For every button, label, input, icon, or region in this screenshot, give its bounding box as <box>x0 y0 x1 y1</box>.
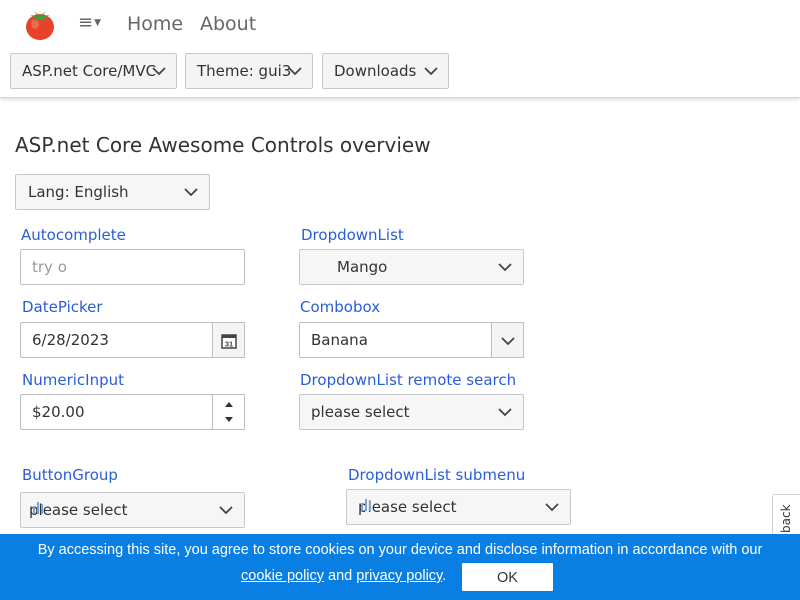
cookie-policy-link[interactable]: cookie policy <box>241 568 324 584</box>
datepicker-input[interactable]: 6/28/2023 <box>20 322 213 358</box>
privacy-policy-link[interactable]: privacy policy <box>356 568 442 584</box>
remote-search-dropdownlist-value: please select <box>311 403 410 421</box>
submenu-dropdownlist-value: please select <box>358 498 457 516</box>
cookie-consent-text: By accessing this site, you agree to sto… <box>37 542 763 558</box>
language-dropdown-label: Lang: English <box>28 183 129 201</box>
language-dropdown[interactable]: Lang: English <box>15 174 210 210</box>
remote-search-dropdownlist[interactable]: please select <box>299 394 524 430</box>
dropdown-submenu-label: DropdownList submenu <box>348 466 526 484</box>
cookie-consent-bar: By accessing this site, you agree to sto… <box>0 534 800 600</box>
page-title: ASP.net Core Awesome Controls overview <box>15 133 431 157</box>
cookie-and-text: and <box>328 568 353 584</box>
combobox-label: Combobox <box>300 298 381 316</box>
calendar-icon: 31 <box>221 334 237 349</box>
cookie-consent-links: cookie policy and privacy policy. <box>241 567 446 585</box>
chevron-down-icon <box>424 67 438 76</box>
cookie-period: . <box>442 568 447 584</box>
chevron-down-icon <box>545 503 559 512</box>
caret-down-icon <box>225 417 233 422</box>
site-header: ≡▼ Home About ASP.net Core/MVC Theme: gu… <box>0 0 800 98</box>
theme-dropdown-label: Theme: gui3 <box>197 62 292 80</box>
buttongroup-dropdown-value: please select <box>29 501 128 519</box>
hamburger-menu-icon[interactable]: ≡▼ <box>78 12 101 36</box>
buttongroup-label: ButtonGroup <box>22 466 118 484</box>
nav-about-link[interactable]: About <box>200 12 256 36</box>
loading-icon <box>361 499 371 511</box>
increment-button[interactable] <box>213 395 244 412</box>
autocomplete-input[interactable]: try o <box>20 249 245 285</box>
combobox-toggle-button[interactable] <box>491 322 524 358</box>
fruit-dropdownlist-value: Mango <box>337 258 388 276</box>
datepicker-label: DatePicker <box>22 298 103 316</box>
numeric-spinner <box>212 394 245 430</box>
theme-dropdown[interactable]: Theme: gui3 <box>185 53 313 89</box>
combobox-input[interactable]: Banana <box>299 322 492 358</box>
dropdown-remote-label: DropdownList remote search <box>300 371 517 389</box>
submenu-dropdownlist[interactable]: please select <box>346 489 571 525</box>
downloads-dropdown[interactable]: Downloads <box>322 53 449 89</box>
loading-icon <box>33 502 43 514</box>
caret-up-icon <box>225 402 233 407</box>
chevron-down-icon <box>152 67 166 76</box>
buttongroup-dropdown[interactable]: please select <box>20 492 245 528</box>
chevron-down-icon <box>219 506 233 515</box>
chevron-down-icon <box>498 408 512 417</box>
calendar-icon-text: 31 <box>225 340 233 349</box>
calendar-button[interactable]: 31 <box>212 322 245 358</box>
autocomplete-label: Autocomplete <box>21 226 126 244</box>
tomato-logo[interactable] <box>24 7 56 41</box>
fruit-dropdownlist[interactable]: Mango <box>299 249 524 285</box>
framework-dropdown[interactable]: ASP.net Core/MVC <box>10 53 177 89</box>
cookie-ok-button[interactable]: OK <box>462 563 553 591</box>
framework-dropdown-label: ASP.net Core/MVC <box>22 62 157 80</box>
chevron-down-icon <box>288 67 302 76</box>
chevron-down-icon <box>501 337 515 346</box>
nav-home-link[interactable]: Home <box>127 12 183 36</box>
dropdownlist-label: DropdownList <box>301 226 404 244</box>
numericinput-label: NumericInput <box>22 371 124 389</box>
decrement-button[interactable] <box>213 412 244 429</box>
chevron-down-icon <box>184 188 198 197</box>
numeric-input[interactable]: $20.00 <box>20 394 213 430</box>
downloads-dropdown-label: Downloads <box>334 62 417 80</box>
chevron-down-icon <box>498 263 512 272</box>
